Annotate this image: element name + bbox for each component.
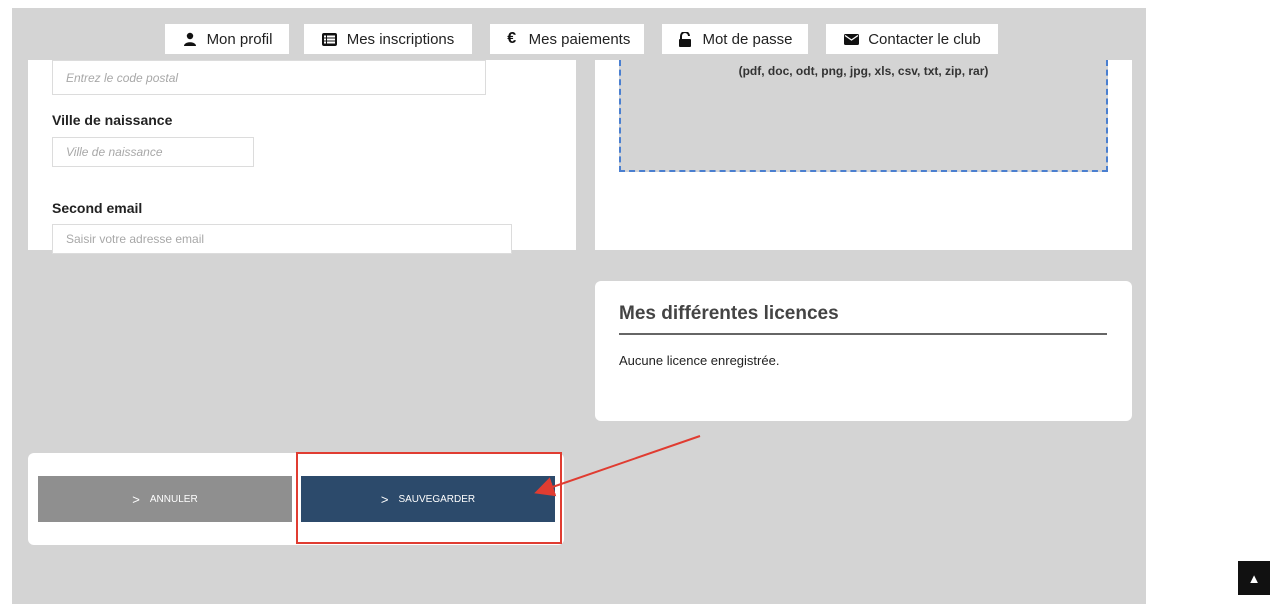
euro-icon: € [507, 30, 517, 47]
tab-label: Contacter le club [868, 30, 981, 48]
tab-contacter-le-club[interactable]: Contacter le club [826, 24, 998, 54]
birth-city-input[interactable]: Ville de naissance [52, 137, 254, 167]
cancel-button[interactable]: > ANNULER [38, 476, 292, 522]
tab-label: Mes paiements [528, 30, 631, 48]
second-email-label: Second email [52, 200, 143, 216]
file-dropzone[interactable]: (pdf, doc, odt, png, jpg, xls, csv, txt,… [619, 60, 1108, 172]
second-email-input[interactable]: Saisir votre adresse email [52, 224, 512, 254]
postal-code-input[interactable]: Entrez le code postal [52, 60, 486, 95]
tab-mot-de-passe[interactable]: Mot de passe [662, 24, 808, 54]
tab-mes-paiements[interactable]: € Mes paiements [490, 24, 644, 54]
licences-card: Mes différentes licences Aucune licence … [595, 281, 1132, 421]
envelope-icon [843, 31, 859, 47]
page-background: Mon profil Mes inscriptions € Mes paieme… [12, 8, 1146, 604]
licences-divider [619, 333, 1107, 335]
profile-form-card: Entrez le code postal Ville de naissance… [28, 60, 576, 254]
list-icon [322, 31, 338, 47]
no-licence-text: Aucune licence enregistrée. [619, 353, 780, 368]
tab-mes-inscriptions[interactable]: Mes inscriptions [304, 24, 472, 54]
user-icon [182, 31, 198, 47]
licences-title: Mes différentes licences [619, 303, 839, 324]
unlock-icon [677, 31, 693, 47]
caret-up-icon: ▲ [1247, 570, 1261, 586]
scroll-to-top-button[interactable]: ▲ [1238, 561, 1270, 595]
tab-label: Mon profil [206, 30, 273, 48]
annotation-arrow [534, 435, 701, 497]
documents-card: (pdf, doc, odt, png, jpg, xls, csv, txt,… [595, 60, 1132, 250]
accepted-formats-text: (pdf, doc, odt, png, jpg, xls, csv, txt,… [738, 64, 989, 78]
chevron-right-icon: > [132, 491, 140, 507]
birth-city-label: Ville de naissance [52, 112, 173, 128]
tab-label: Mot de passe [702, 30, 793, 48]
tab-mon-profil[interactable]: Mon profil [165, 24, 289, 54]
tab-label: Mes inscriptions [346, 30, 455, 48]
cancel-button-label: ANNULER [149, 493, 198, 505]
profile-nav: Mon profil Mes inscriptions € Mes paieme… [12, 24, 1146, 54]
